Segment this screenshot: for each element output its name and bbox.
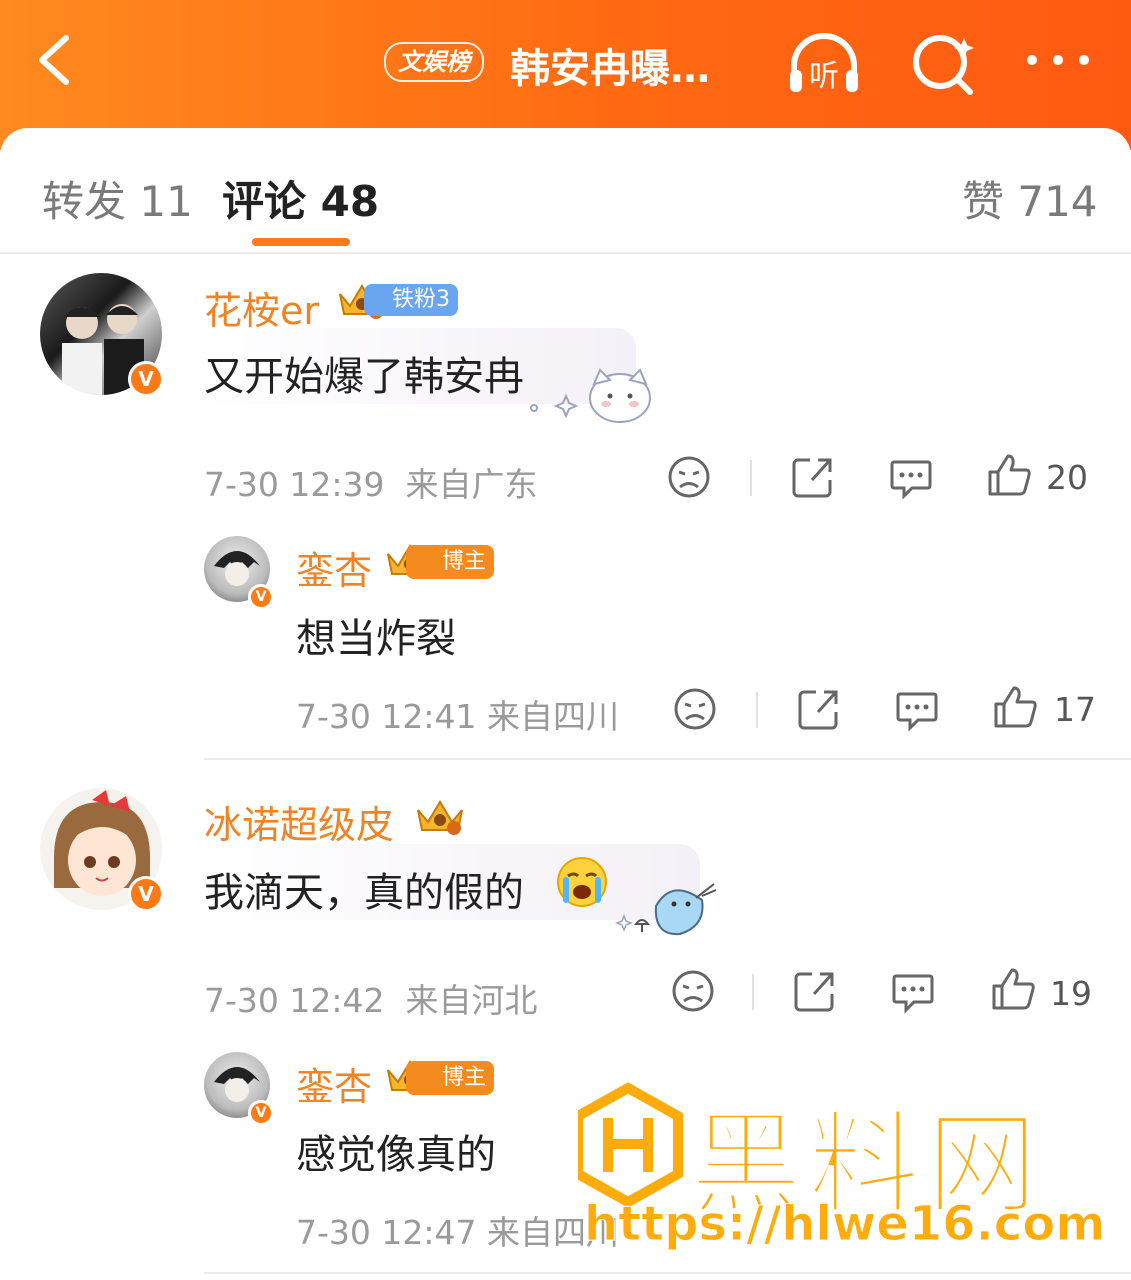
page-title: 韩安冉曝… bbox=[510, 46, 710, 92]
hot-list-tag[interactable]: 文娱榜 bbox=[384, 42, 484, 82]
comment-divider bbox=[204, 758, 1131, 760]
reply-icon[interactable] bbox=[888, 454, 934, 500]
share-icon[interactable] bbox=[792, 968, 838, 1014]
active-tab-indicator bbox=[252, 238, 350, 246]
reply-icon[interactable] bbox=[894, 686, 940, 732]
comment-time: 7-30 12:39 来自广东 bbox=[204, 465, 538, 504]
verified-badge: V bbox=[248, 1100, 274, 1126]
search-icon[interactable] bbox=[906, 28, 986, 98]
blogger-badge: 博主 bbox=[406, 545, 495, 579]
reply-username[interactable]: 銮杏 bbox=[296, 1056, 372, 1111]
reply-time: 7-30 12:41 来自四川 bbox=[296, 697, 619, 736]
comment-text: 我滴天，真的假的 bbox=[204, 870, 524, 916]
crown-icon bbox=[417, 800, 463, 835]
blogger-badge: 博主 bbox=[406, 1061, 495, 1095]
action-separator bbox=[750, 460, 752, 496]
tabs-divider bbox=[0, 252, 1131, 254]
comment-username[interactable]: 花桉er bbox=[204, 280, 319, 335]
fan-level-badge: 铁粉3 bbox=[364, 284, 458, 316]
tab-comment[interactable]: 评论 48 bbox=[222, 168, 379, 229]
svg-text:听: 听 bbox=[809, 59, 839, 94]
like-count: 17 bbox=[1054, 690, 1096, 729]
verified-badge: V bbox=[128, 876, 164, 912]
reply-time: 7-30 12:47 来自四川 bbox=[296, 1213, 619, 1252]
back-icon[interactable] bbox=[30, 30, 90, 90]
verified-badge: V bbox=[248, 584, 274, 610]
whale-sticker-icon bbox=[614, 883, 717, 936]
reply-text: 感觉像真的 bbox=[296, 1132, 496, 1178]
reply-text: 想当炸裂 bbox=[296, 616, 456, 662]
comment-text: 又开始爆了韩安冉 bbox=[204, 354, 524, 400]
action-separator bbox=[752, 974, 754, 1010]
comment-divider bbox=[204, 1272, 1131, 1274]
cat-sticker-icon bbox=[530, 368, 651, 423]
tab-like[interactable]: 赞 714 bbox=[962, 168, 1098, 229]
more-icon[interactable] bbox=[1020, 28, 1100, 98]
dislike-face-icon[interactable] bbox=[672, 686, 718, 732]
share-icon[interactable] bbox=[796, 686, 842, 732]
like-icon[interactable] bbox=[990, 966, 1036, 1012]
like-icon[interactable] bbox=[986, 452, 1032, 498]
reply-username[interactable]: 銮杏 bbox=[296, 540, 372, 595]
crying-emoji-icon bbox=[557, 857, 607, 907]
share-icon[interactable] bbox=[790, 454, 836, 500]
dislike-face-icon[interactable] bbox=[670, 968, 716, 1014]
reply-icon[interactable] bbox=[890, 968, 936, 1014]
comment-username[interactable]: 冰诺超级皮 bbox=[204, 794, 394, 849]
like-count: 19 bbox=[1050, 974, 1092, 1013]
listen-icon[interactable]: 听 bbox=[784, 28, 864, 98]
like-count: 20 bbox=[1046, 458, 1088, 497]
like-icon[interactable] bbox=[992, 684, 1038, 730]
action-separator bbox=[756, 692, 758, 728]
tab-repost[interactable]: 转发 11 bbox=[42, 168, 193, 229]
dislike-face-icon[interactable] bbox=[666, 454, 712, 500]
verified-badge: V bbox=[128, 361, 164, 397]
watermark-url: https://hlwe16.com bbox=[583, 1196, 1106, 1253]
comment-time: 7-30 12:42 来自河北 bbox=[204, 981, 538, 1020]
